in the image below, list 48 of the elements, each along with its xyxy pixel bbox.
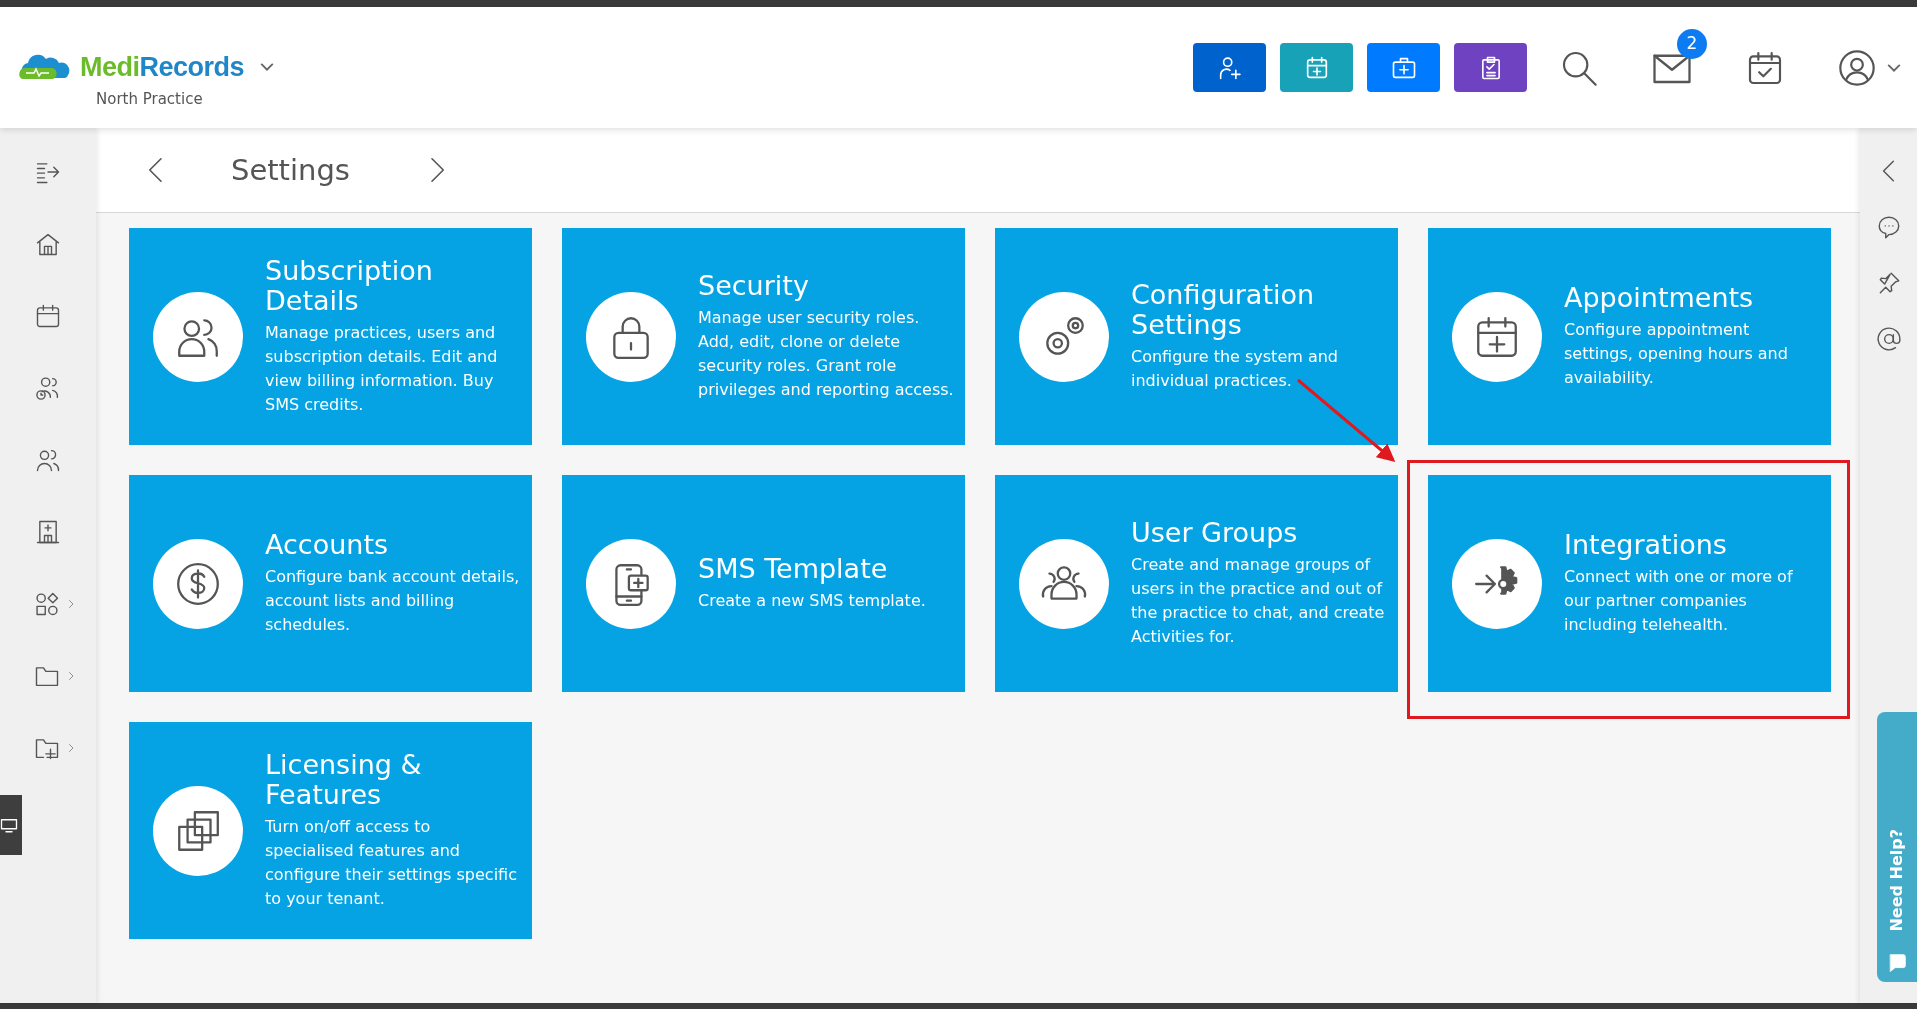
shapes-icon	[33, 590, 61, 618]
card-title: Subscription Details	[265, 255, 434, 316]
user-avatar-icon	[1837, 47, 1877, 88]
settings-card[interactable]: Subscription Details Manage practices, users and subscription details. Edit and view billing information. Buy SMS credits.	[129, 228, 532, 445]
card-description: Configure the system and individual practices.	[1131, 346, 1339, 393]
user-menu-button[interactable]	[1837, 47, 1901, 88]
hospital-icon	[34, 518, 62, 546]
card-title: Configuration Settings	[1131, 279, 1316, 340]
settings-card[interactable]: Integrations Connect with one or more of our partner companies including telehealth.	[1428, 475, 1831, 692]
chevron-down-icon	[260, 63, 275, 72]
card-description: Manage practices, users and subscription details. Edit and view billing information. Buy SMS credits.	[265, 322, 499, 417]
card-description: Connect with one or more of our partner companies including telehealth.	[1564, 566, 1794, 637]
clipboard-button[interactable]	[1454, 43, 1527, 92]
card-title: Security	[698, 270, 810, 301]
settings-card[interactable]: Configuration Settings Configure the system and individual practices.	[995, 228, 1398, 445]
panel-button[interactable]	[1875, 326, 1902, 352]
add-patient-button[interactable]	[1193, 43, 1266, 92]
add-appointment-button[interactable]	[1280, 43, 1353, 92]
chevron-down-icon	[1887, 63, 1901, 72]
card-title: User Groups	[1131, 517, 1299, 548]
practice-dropdown[interactable]	[260, 63, 275, 72]
unread-count-badge: 2	[1677, 28, 1707, 59]
settings-card[interactable]: Accounts Configure bank account details, account lists and billing schedules.	[129, 475, 532, 692]
brand-name: MediRecords	[80, 51, 245, 84]
settings-card[interactable]: User Groups Create and manage groups of users in the practice and out of the practice to chat, and create Activities for.	[995, 475, 1398, 692]
card-description: Configure bank account details, account lists and billing schedules.	[265, 566, 521, 637]
settings-card[interactable]: SMS Template Create a new SMS template.	[562, 475, 965, 692]
card-description: Turn on/off access to specialised features and configure their settings specific to your tenant.	[265, 816, 518, 911]
settings-card[interactable]: Licensing & Features Turn on/off access to specialised features and configure their settings specific to your tenant.	[129, 722, 532, 939]
card-title: Integrations	[1564, 529, 1728, 560]
settings-card[interactable]: Appointments Configure appointment settings, opening hours and availability.	[1428, 228, 1831, 445]
card-description: Manage user security roles. Add, edit, clone or delete security roles. Grant role privileges and reporting access.	[698, 307, 955, 402]
monitor-icon	[0, 816, 18, 834]
card-description: Create a new SMS template.	[698, 590, 926, 613]
card-title: Accounts	[265, 529, 390, 560]
card-title: SMS Template	[698, 553, 889, 584]
screen-tab[interactable]	[0, 795, 22, 855]
calendar-icon	[34, 302, 62, 330]
card-title: Appointments	[1564, 282, 1755, 313]
settings-card[interactable]: Security Manage user security roles. Add, edit, clone or delete security roles. Grant role privileges and reporting access.	[562, 228, 965, 445]
practice-name: North Practice	[96, 88, 204, 110]
card-title: Licensing & Features	[265, 749, 423, 810]
medical-kit-button[interactable]	[1367, 43, 1440, 92]
card-description: Configure appointment settings, opening hours and availability.	[1564, 319, 1789, 390]
need-help-tab[interactable]: Need Help?	[1877, 712, 1917, 982]
card-description: Create and manage groups of users in the practice and out of the practice to chat, and create Activities for.	[1131, 554, 1386, 649]
page-title: Settings	[231, 152, 350, 188]
at-sign-icon	[1875, 326, 1902, 352]
